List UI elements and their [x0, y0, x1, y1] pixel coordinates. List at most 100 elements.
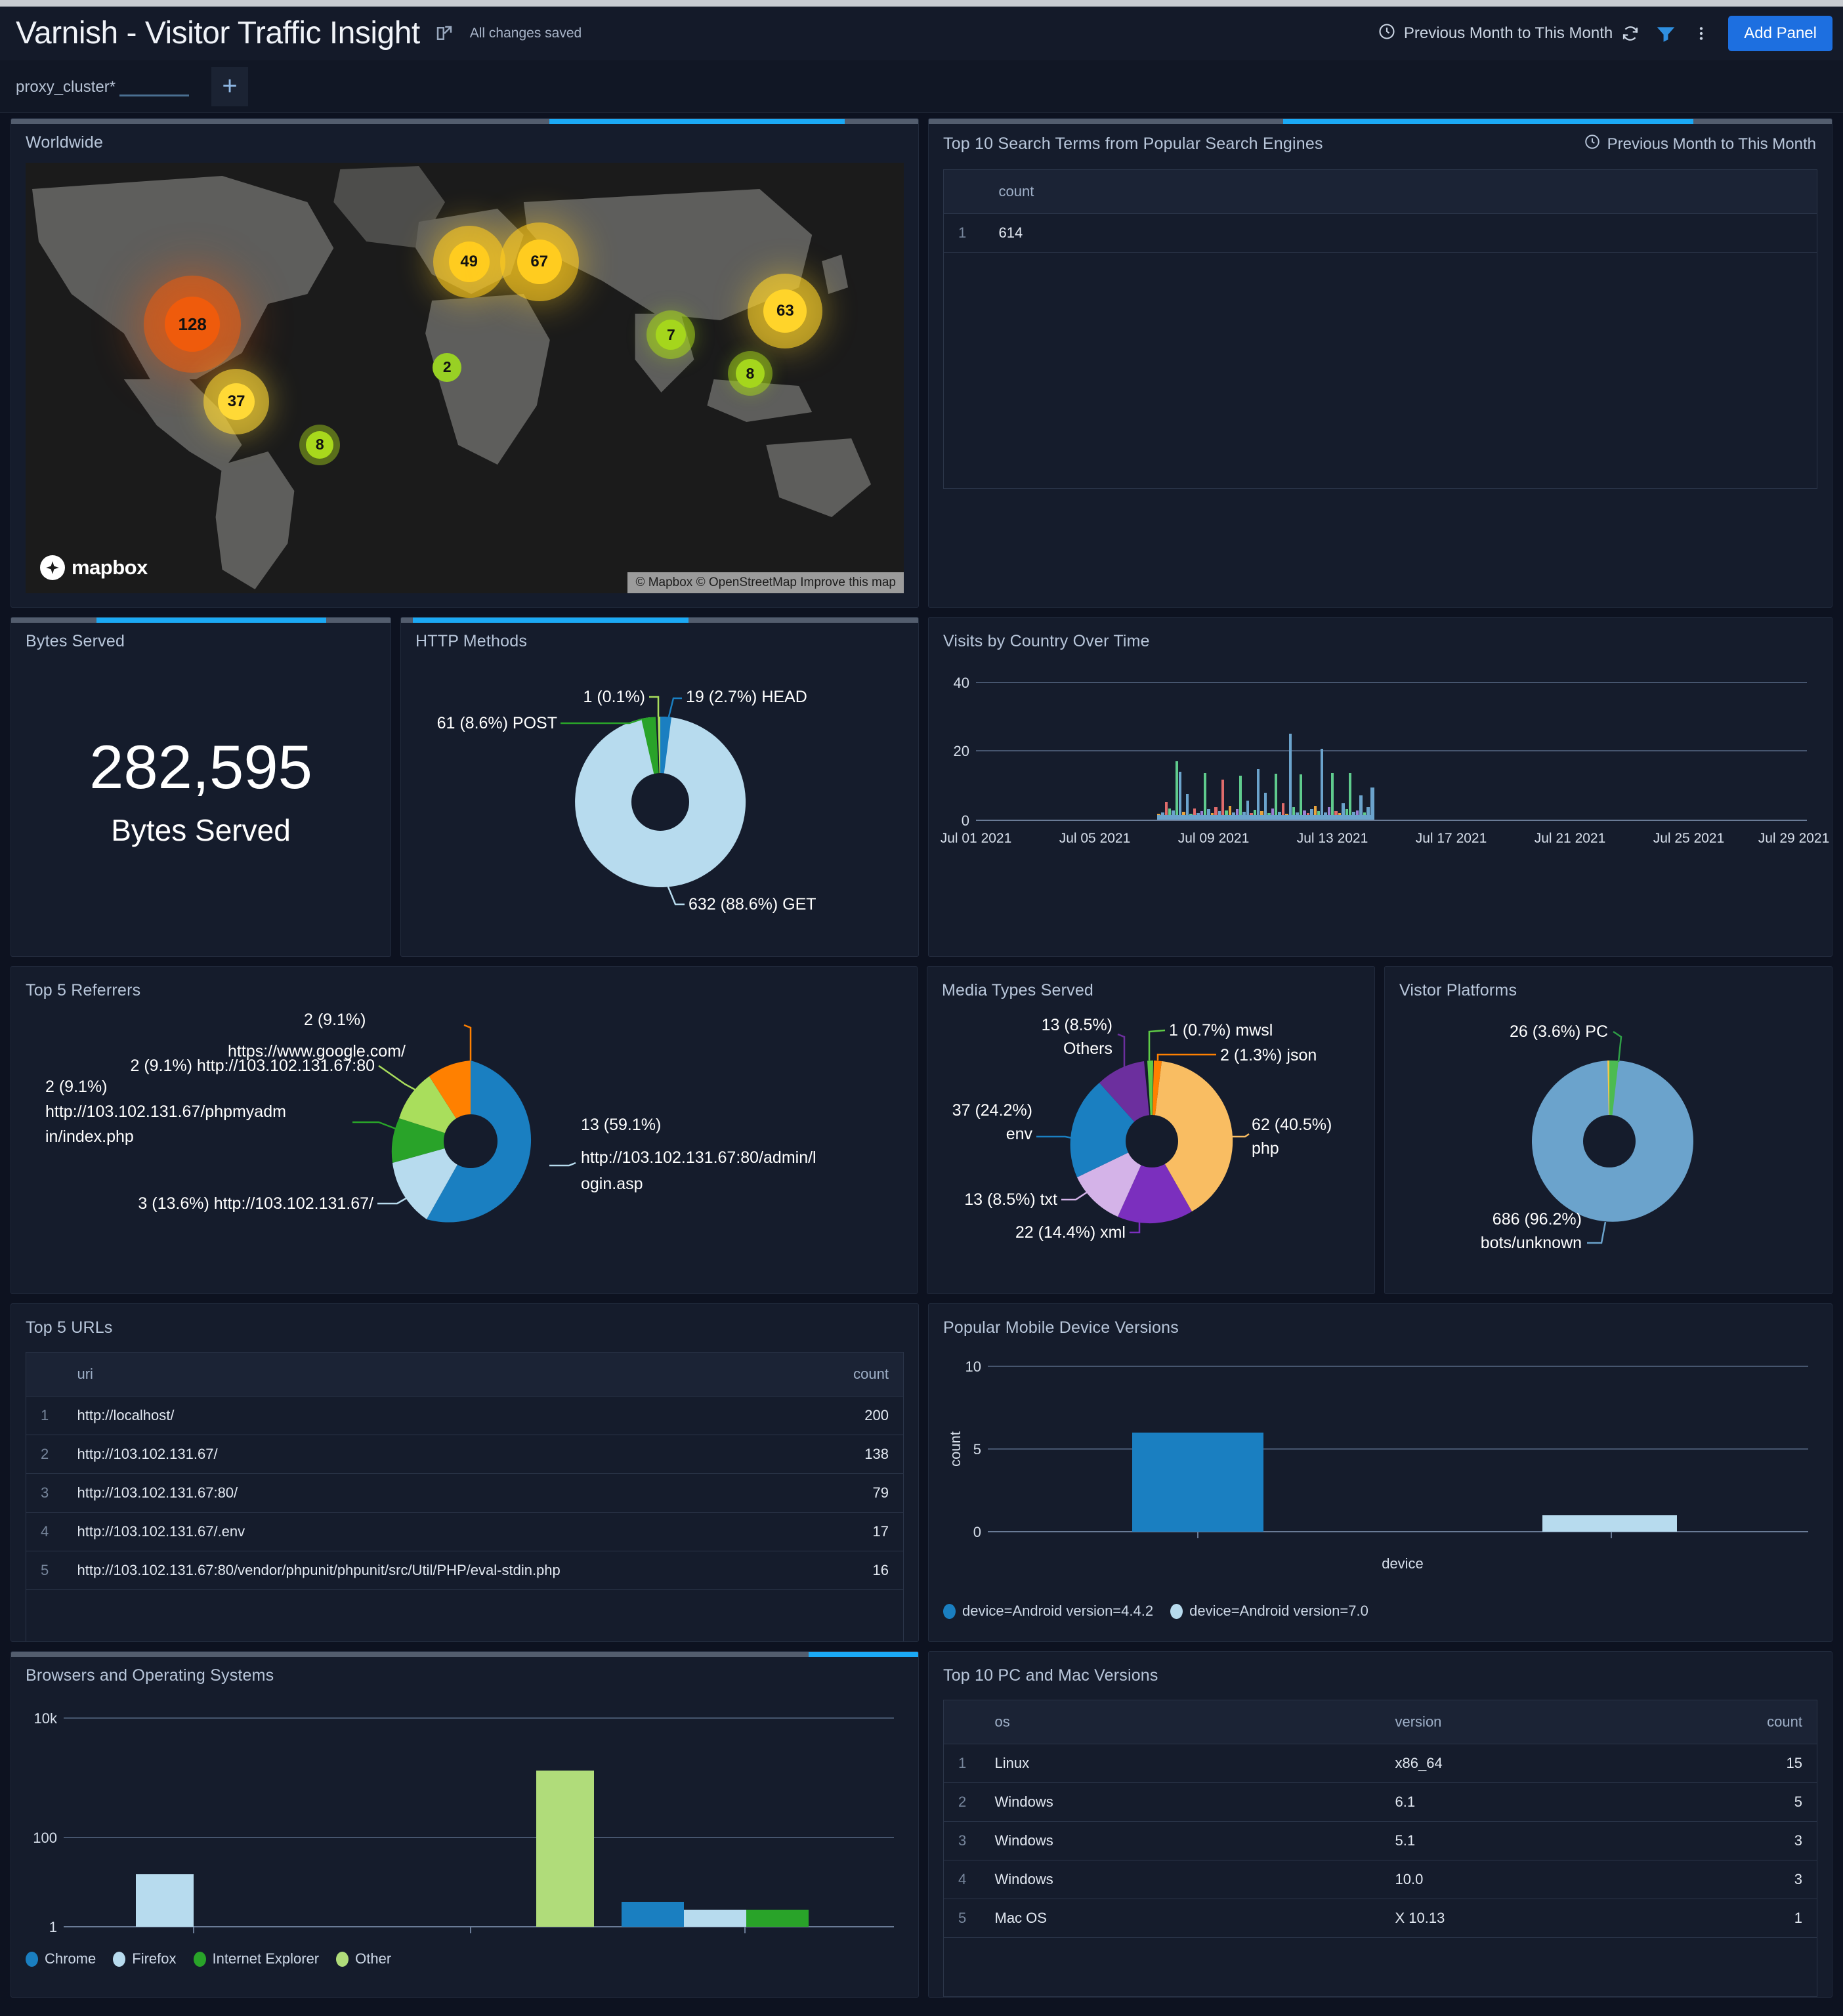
more-vertical-icon[interactable]	[1684, 16, 1719, 51]
map-marker[interactable]: 7	[656, 320, 687, 350]
panel-resize-handle[interactable]	[809, 1652, 918, 1657]
table-row[interactable]: 2 http://103.102.131.67/ 138	[26, 1435, 904, 1474]
table-row[interactable]: 5 Mac OS X 10.13 1	[943, 1899, 1817, 1938]
pie-label-bots-1: 686 (96.2%)	[1493, 1210, 1582, 1228]
leader-line	[463, 1024, 472, 1060]
map-marker[interactable]: 8	[735, 359, 765, 388]
table-row[interactable]: 4 Windows 10.0 3	[943, 1860, 1817, 1899]
panel-media-types: Media Types Served 13 (8.5%) Others 1 (0…	[926, 966, 1375, 1294]
search-terms-table[interactable]: count 1 614	[943, 169, 1817, 489]
cell-uri: http://103.102.131.67:80/vendor/phpunit/…	[62, 1551, 805, 1590]
cell-version: 10.0	[1380, 1860, 1719, 1899]
leader-line	[561, 718, 642, 724]
legend-item[interactable]: Firefox	[113, 1950, 177, 1967]
cell-count: 5	[1718, 1782, 1817, 1822]
map-attribution[interactable]: © Mapbox © OpenStreetMap Improve this ma…	[627, 572, 904, 593]
th-uri[interactable]: uri	[62, 1352, 805, 1396]
proxy-cluster-input[interactable]	[119, 77, 190, 96]
table-row[interactable]: 1 http://localhost/ 200	[26, 1396, 904, 1435]
map-marker[interactable]: 63	[763, 289, 807, 333]
grid-row-1: Worldwide 128 49 67 63 37 7 2 8 8 mapbox…	[11, 118, 1832, 608]
th-os[interactable]: os	[980, 1700, 1381, 1744]
bar-android-442[interactable]	[1132, 1433, 1263, 1532]
panel-top-referrers: Top 5 Referrers 2 (9.1%) https://www.goo…	[11, 966, 918, 1294]
th-count[interactable]: count	[805, 1352, 904, 1396]
x-tick: Jul 09 2021	[1178, 831, 1250, 846]
legend-item[interactable]: Internet Explorer	[193, 1950, 320, 1967]
leader-line	[1586, 1221, 1607, 1244]
legend-item[interactable]: Chrome	[26, 1950, 96, 1967]
map-marker[interactable]: 2	[433, 352, 462, 382]
panel-time-range-label: Previous Month to This Month	[1607, 135, 1816, 153]
map-marker[interactable]: 8	[306, 430, 334, 459]
table-row[interactable]: 1 614	[943, 213, 1817, 253]
pie-label-others-1: 13 (8.5%)	[1042, 1016, 1112, 1034]
world-map[interactable]: 128 49 67 63 37 7 2 8 8 mapbox © Mapbox …	[26, 163, 904, 593]
map-marker[interactable]: 67	[517, 239, 562, 284]
row-index: 4	[943, 1860, 981, 1899]
panel-title-top-urls: Top 5 URLs	[26, 1318, 113, 1337]
share-icon[interactable]	[434, 24, 454, 43]
panel-worldwide: Worldwide 128 49 67 63 37 7 2 8 8 mapbox…	[11, 118, 919, 608]
th-count[interactable]: count	[984, 169, 1817, 214]
table-row[interactable]: 4 http://103.102.131.67/.env 17	[26, 1512, 904, 1551]
top-referrers-donut-chart[interactable]: 2 (9.1%) https://www.google.com/ 2 (9.1%…	[11, 1000, 918, 1282]
panel-resize-handle[interactable]	[413, 618, 688, 623]
cell-version: 6.1	[1380, 1782, 1719, 1822]
map-marker[interactable]: 49	[448, 241, 490, 282]
legend-label: device=Android version=7.0	[1189, 1603, 1368, 1619]
bar-android-70[interactable]	[1542, 1515, 1677, 1532]
leader-line	[352, 1121, 396, 1130]
os-titlebar	[0, 0, 1843, 7]
bar-chrome[interactable]	[622, 1902, 684, 1927]
proxy-cluster-control[interactable]: proxy_cluster*	[16, 77, 190, 96]
filter-icon[interactable]	[1648, 16, 1684, 51]
panel-title-browsers-os: Browsers and Operating Systems	[26, 1666, 274, 1685]
table-row[interactable]: 3 Windows 5.1 3	[943, 1821, 1817, 1860]
legend-item[interactable]: device=Android version=7.0	[1170, 1603, 1368, 1620]
pie-label-post: 61 (8.6%) POST	[437, 714, 557, 732]
table-row[interactable]: 3 http://103.102.131.67:80/ 79	[26, 1473, 904, 1513]
panel-resize-handle[interactable]	[549, 119, 845, 124]
panel-title-visitor-platforms: Vistor Platforms	[1399, 981, 1517, 999]
bar-other[interactable]	[536, 1771, 594, 1927]
map-marker[interactable]: 37	[218, 383, 255, 421]
refresh-icon[interactable]	[1613, 16, 1648, 51]
map-landmasses	[26, 163, 904, 593]
map-marker[interactable]: 128	[165, 297, 221, 352]
mobile-devices-bar-chart[interactable]: 10 5 0 count device	[929, 1337, 1832, 1600]
panel-resize-handle[interactable]	[1283, 119, 1693, 124]
table-row[interactable]: 5 http://103.102.131.67:80/vendor/phpuni…	[26, 1551, 904, 1590]
bar-firefox-2[interactable]	[684, 1910, 746, 1927]
pie-label-phpmyadmin-3: in/index.php	[45, 1127, 134, 1146]
panel-resize-handle[interactable]	[96, 618, 326, 623]
top-urls-table[interactable]: uri count 1 http://localhost/ 200 2 http…	[26, 1352, 904, 1641]
visitor-platforms-donut-chart[interactable]: 26 (3.6%) PC 686 (96.2%) bots/unknown	[1385, 1000, 1832, 1282]
browsers-os-bar-chart[interactable]: 10k 100 1	[11, 1685, 919, 1946]
legend-item[interactable]: device=Android version=4.4.2	[943, 1603, 1153, 1620]
leader-line	[1117, 1033, 1126, 1070]
cell-count: 16	[805, 1551, 904, 1590]
legend-label: Internet Explorer	[212, 1950, 320, 1967]
table-row[interactable]: 2 Windows 6.1 5	[943, 1782, 1817, 1822]
http-methods-donut-chart[interactable]: 1 (0.1%) 19 (2.7%) HEAD 61 (8.6%) POST 6…	[401, 651, 919, 953]
leader-line	[667, 697, 682, 720]
cell-count: 614	[984, 213, 1817, 253]
cell-uri: http://103.102.131.67:80/	[62, 1473, 805, 1513]
th-count[interactable]: count	[1718, 1700, 1817, 1744]
th-version[interactable]: version	[1380, 1700, 1719, 1744]
media-types-donut-chart[interactable]: 13 (8.5%) Others 1 (0.7%) mwsl 2 (1.3%) …	[927, 1000, 1375, 1282]
pc-mac-versions-table[interactable]: os version count 1 Linux x86_64 15 2 Win…	[943, 1700, 1817, 1997]
bar-internet-explorer[interactable]	[746, 1910, 809, 1927]
visits-by-country-chart[interactable]: 40 20 0 Jul 01 2021 Jul 05 2021 Jul 09 2…	[929, 651, 1832, 953]
panel-time-range-search-terms[interactable]: Previous Month to This Month	[1584, 119, 1816, 155]
bar-firefox-1[interactable]	[136, 1874, 194, 1927]
legend-label: Other	[355, 1950, 392, 1967]
time-range-picker[interactable]: Previous Month to This Month	[1378, 22, 1613, 45]
legend-item[interactable]: Other	[336, 1950, 391, 1967]
legend-dot-icon	[113, 1951, 126, 1967]
y-tick-0: 0	[962, 812, 969, 829]
table-row[interactable]: 1 Linux x86_64 15	[943, 1744, 1817, 1783]
add-control-button[interactable]: +	[211, 66, 249, 106]
add-panel-button[interactable]: Add Panel	[1728, 16, 1832, 51]
